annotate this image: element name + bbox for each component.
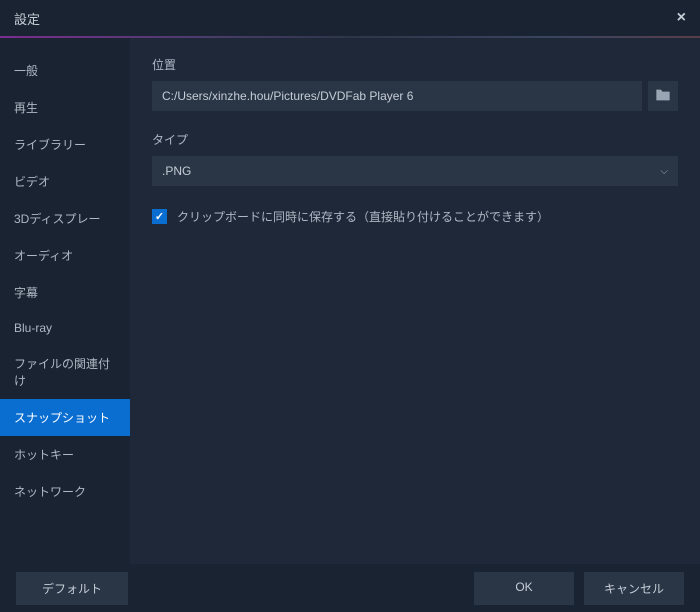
sidebar-item-library[interactable]: ライブラリー (0, 126, 130, 163)
sidebar-item-file-assoc[interactable]: ファイルの関連付け (0, 345, 130, 399)
sidebar-item-network[interactable]: ネットワーク (0, 473, 130, 510)
cancel-button[interactable]: キャンセル (584, 572, 684, 605)
type-select-value: .PNG (162, 164, 191, 178)
window-title: 設定 (14, 9, 40, 28)
sidebar-item-playback[interactable]: 再生 (0, 89, 130, 126)
sidebar-item-3d-display[interactable]: 3Dディスプレー (0, 200, 130, 237)
sidebar-item-hotkey[interactable]: ホットキー (0, 436, 130, 473)
close-icon[interactable]: × (677, 9, 686, 27)
type-select[interactable]: .PNG ⌵ (152, 156, 678, 186)
main-area: 一般 再生 ライブラリー ビデオ 3Dディスプレー オーディオ 字幕 Blu-r… (0, 38, 700, 564)
sidebar-item-video[interactable]: ビデオ (0, 163, 130, 200)
content-panel: 位置 タイプ .PNG ⌵ ✓ クリップボードに同時に保存する（直接貼り付けるこ… (130, 38, 700, 564)
ok-button[interactable]: OK (474, 572, 574, 605)
browse-button[interactable] (648, 81, 678, 111)
sidebar-item-bluray[interactable]: Blu-ray (0, 311, 130, 345)
titlebar: 設定 × (0, 0, 700, 38)
default-button[interactable]: デフォルト (16, 572, 128, 605)
sidebar-item-snapshot[interactable]: スナップショット (0, 399, 130, 436)
location-label: 位置 (152, 56, 678, 73)
chevron-down-icon: ⌵ (660, 166, 668, 177)
sidebar-item-subtitle[interactable]: 字幕 (0, 274, 130, 311)
type-label: タイプ (152, 131, 678, 148)
footer: デフォルト OK キャンセル (0, 564, 700, 612)
sidebar-item-audio[interactable]: オーディオ (0, 237, 130, 274)
folder-icon (655, 88, 671, 105)
sidebar-item-general[interactable]: 一般 (0, 52, 130, 89)
clipboard-checkbox[interactable]: ✓ (152, 209, 167, 224)
location-input[interactable] (152, 81, 642, 111)
clipboard-checkbox-label: クリップボードに同時に保存する（直接貼り付けることができます） (177, 208, 549, 225)
clipboard-checkbox-row: ✓ クリップボードに同時に保存する（直接貼り付けることができます） (152, 208, 678, 225)
footer-right: OK キャンセル (474, 572, 684, 605)
type-select-row: .PNG ⌵ (152, 156, 678, 186)
location-input-row (152, 81, 678, 111)
sidebar: 一般 再生 ライブラリー ビデオ 3Dディスプレー オーディオ 字幕 Blu-r… (0, 38, 130, 564)
